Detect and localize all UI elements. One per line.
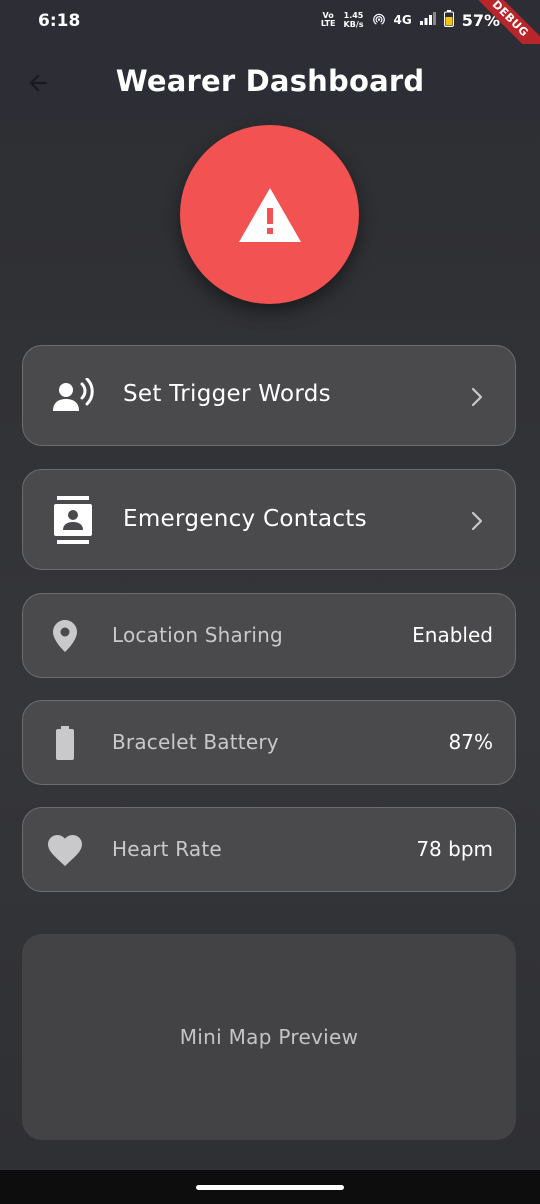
contacts-icon [53, 496, 93, 544]
status-label: Location Sharing [112, 623, 283, 647]
page-title: Wearer Dashboard [115, 64, 425, 98]
status-time: 6:18 [38, 11, 81, 31]
system-navigation-bar [0, 1170, 540, 1204]
location-pin-icon [53, 620, 77, 652]
record-voice-icon [51, 376, 97, 416]
status-label: Bracelet Battery [112, 730, 279, 754]
phone-battery-icon [443, 10, 454, 30]
status-icons: Vo LTE 1.45 KB/s 4G 57% [321, 10, 500, 30]
set-trigger-words-button[interactable]: Set Trigger Words [22, 345, 516, 446]
status-bar: 6:18 Vo LTE 1.45 KB/s 4G 57% [0, 0, 540, 44]
sos-button[interactable] [180, 125, 359, 304]
battery-icon [56, 726, 74, 760]
status-value: 87% [448, 730, 493, 754]
status-value: Enabled [412, 623, 493, 647]
heart-rate-card: Heart Rate 78 bpm [22, 807, 516, 892]
signal-icon [419, 12, 436, 28]
status-value: 78 bpm [416, 837, 493, 861]
emergency-contacts-button[interactable]: Emergency Contacts [22, 469, 516, 570]
network-type: 4G [393, 13, 412, 27]
location-sharing-card: Location Sharing Enabled [22, 593, 516, 678]
menu-item-label: Emergency Contacts [123, 506, 367, 532]
hotspot-icon [372, 12, 386, 29]
network-speed: 1.45 KB/s [343, 11, 364, 29]
bracelet-battery-card: Bracelet Battery 87% [22, 700, 516, 785]
app-bar: Wearer Dashboard [0, 44, 540, 122]
heart-icon [48, 835, 82, 866]
chevron-right-icon [471, 511, 483, 531]
volte-indicator: Vo LTE [320, 11, 336, 28]
status-label: Heart Rate [112, 837, 222, 861]
mini-map-label: Mini Map Preview [179, 1025, 359, 1049]
chevron-right-icon [471, 387, 483, 407]
home-gesture-handle[interactable] [196, 1185, 344, 1190]
warning-icon [238, 187, 301, 242]
mini-map-preview[interactable]: Mini Map Preview [22, 934, 516, 1140]
menu-item-label: Set Trigger Words [123, 381, 331, 407]
